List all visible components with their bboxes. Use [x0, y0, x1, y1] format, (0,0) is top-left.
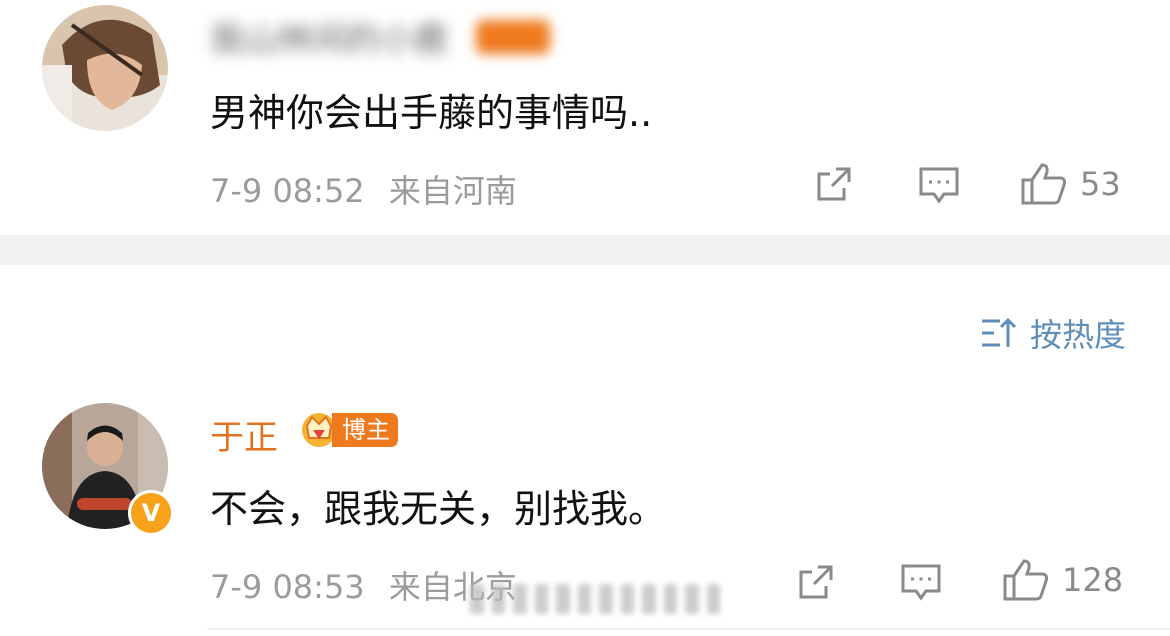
watermark: [470, 580, 720, 618]
sort-icon: [980, 316, 1018, 350]
sort-label: 按热度: [1029, 316, 1126, 354]
comment-time: 7-9 08:53: [210, 568, 365, 606]
like-icon: [1021, 163, 1067, 205]
verified-icon: V: [128, 490, 174, 536]
share-icon: [817, 167, 851, 201]
comment-icon: [919, 167, 959, 204]
user-name[interactable]: 于正: [210, 410, 278, 459]
comment-1: 我山林间的小鹿 男神你会出手藤的事情吗.. 7-9 08:52 来自河南 53: [0, 0, 1170, 235]
share-button[interactable]: [796, 562, 836, 602]
comment-button[interactable]: [900, 563, 942, 603]
comment-location: 来自河南: [388, 172, 517, 210]
vip-badge: [476, 20, 550, 54]
like-button[interactable]: 53: [1020, 162, 1121, 206]
comment-time: 7-9 08:52: [210, 172, 365, 210]
blogger-badge: 博主: [332, 413, 398, 447]
share-button[interactable]: [814, 164, 854, 204]
comment-text: 男神你会出手藤的事情吗..: [210, 91, 653, 135]
sort-toggle[interactable]: 按热度: [980, 310, 1126, 356]
section-divider: [0, 235, 1170, 265]
comment-button[interactable]: [918, 166, 960, 206]
like-button[interactable]: 128: [1002, 558, 1123, 602]
share-icon: [799, 565, 833, 599]
like-count: 53: [1080, 165, 1121, 203]
comment-icon: [901, 564, 941, 601]
like-icon: [1003, 559, 1049, 601]
avatar[interactable]: [42, 5, 168, 131]
user-name[interactable]: 我山林间的小鹿: [210, 12, 448, 61]
comment-meta: 7-9 08:52 来自河南: [210, 166, 517, 212]
comment-text: 不会，跟我无关，别找我。: [210, 487, 667, 531]
like-count: 128: [1062, 561, 1124, 599]
bottom-divider: [207, 628, 1170, 630]
